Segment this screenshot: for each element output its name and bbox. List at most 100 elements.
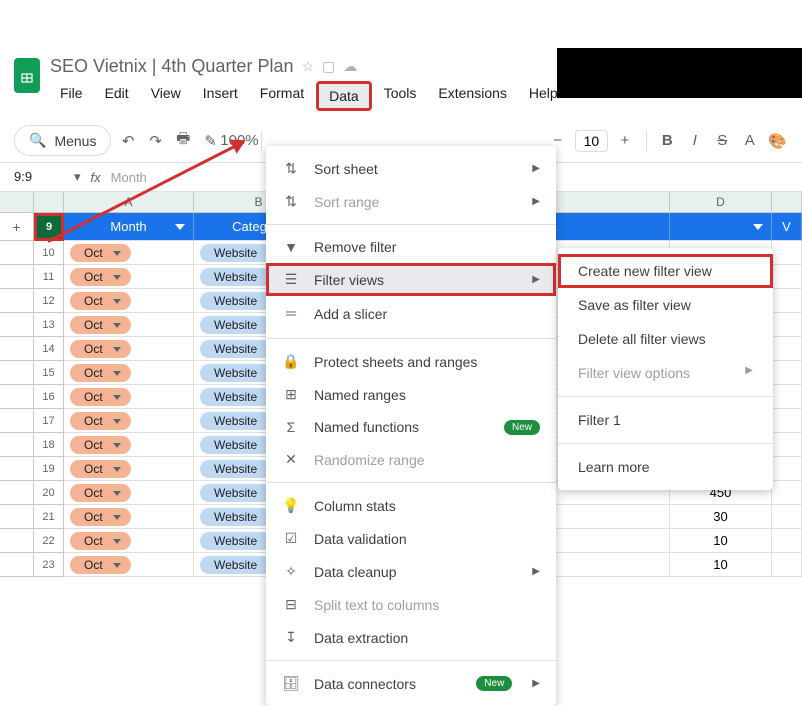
delete-filter-views-item[interactable]: Delete all filter views [558,322,773,356]
cell-last[interactable] [772,289,802,313]
filter-views-item[interactable]: ☰Filter views▶ [266,263,556,296]
learn-more-item[interactable]: Learn more [558,450,773,484]
row-expand[interactable] [0,481,34,505]
sort-range-item[interactable]: ⇅Sort range▶ [266,185,556,218]
col-A[interactable]: A [64,192,194,213]
row-expand[interactable] [0,265,34,289]
sort-sheet-item[interactable]: ⇅Sort sheet▶ [266,152,556,185]
month-chip[interactable]: Oct [70,340,131,358]
plus-icon[interactable]: + [614,129,636,153]
month-chip[interactable]: Oct [70,364,131,382]
remove-filter-item[interactable]: ▼Remove filter [266,231,556,263]
cell-month[interactable]: Oct [64,241,194,265]
column-stats-item[interactable]: 💡Column stats [266,489,556,522]
menu-extensions[interactable]: Extensions [428,81,516,111]
cell-month[interactable]: Oct [64,457,194,481]
cell-month[interactable]: Oct [64,505,194,529]
menu-view[interactable]: View [141,81,191,111]
paint-format-icon[interactable]: ✎ [200,129,222,153]
row-expand[interactable] [0,241,34,265]
menu-tools[interactable]: Tools [374,81,427,111]
cell-last[interactable] [772,529,802,553]
col-D[interactable]: D [670,192,772,213]
cell-last[interactable] [772,385,802,409]
menu-edit[interactable]: Edit [95,81,139,111]
doc-title[interactable]: SEO Vietnix | 4th Quarter Plan ☆ ▢ ☁ [50,56,568,77]
create-filter-view-item[interactable]: Create new filter view [558,254,773,288]
cell-last[interactable] [772,361,802,385]
row-expand[interactable] [0,337,34,361]
row-number[interactable]: 14 [34,337,64,361]
row-number[interactable]: 20 [34,481,64,505]
cell-last[interactable] [772,457,802,481]
cell-month[interactable]: Oct [64,433,194,457]
month-chip[interactable]: Oct [70,460,131,478]
undo-icon[interactable]: ↶ [117,129,139,153]
cell-month[interactable]: Oct [64,361,194,385]
month-chip[interactable]: Oct [70,316,131,334]
star-icon[interactable]: ☆ [301,58,314,75]
namebox-dropdown-icon[interactable]: ▾ [74,169,81,185]
filter-icon[interactable] [175,224,185,230]
cell-month[interactable]: Oct [64,265,194,289]
menu-data[interactable]: Data [316,81,372,111]
col-last[interactable] [772,192,802,213]
month-chip[interactable]: Oct [70,292,131,310]
row-number[interactable]: 12 [34,289,64,313]
filter-view-options-item[interactable]: Filter view options▶ [558,356,773,390]
row-number[interactable]: 23 [34,553,64,577]
name-box[interactable]: 9:9 [14,169,64,185]
header-month[interactable]: Month [64,213,194,241]
cell-month[interactable]: Oct [64,313,194,337]
header-last[interactable]: V [772,213,802,241]
cloud-icon[interactable]: ☁ [343,58,357,75]
row-number[interactable]: 19 [34,457,64,481]
filter-icon[interactable] [753,224,763,230]
cell-d[interactable]: 30 [670,505,772,529]
fill-color-icon[interactable]: 🎨 [767,129,789,153]
cell-d[interactable]: 10 [670,529,772,553]
data-cleanup-item[interactable]: ✧Data cleanup▶ [266,555,556,588]
month-chip[interactable]: Oct [70,484,131,502]
row-number[interactable]: 10 [34,241,64,265]
header-d[interactable] [670,213,772,241]
month-chip[interactable]: Oct [70,268,131,286]
row-number[interactable]: 15 [34,361,64,385]
cell-month[interactable]: Oct [64,385,194,409]
data-validation-item[interactable]: ☑Data validation [266,522,556,555]
month-chip[interactable]: Oct [70,244,131,262]
named-functions-item[interactable]: ΣNamed functionsNew [266,411,556,443]
cell-last[interactable] [772,241,802,265]
cell-month[interactable]: Oct [64,409,194,433]
print-icon[interactable]: 🖶 [172,129,194,153]
select-all-cell[interactable] [0,192,34,213]
row-expand[interactable] [0,313,34,337]
save-filter-view-item[interactable]: Save as filter view [558,288,773,322]
cell-last[interactable] [772,313,802,337]
row-expand[interactable] [0,361,34,385]
row-expand[interactable] [0,505,34,529]
month-chip[interactable]: Oct [70,532,131,550]
add-row-icon[interactable]: + [0,213,34,241]
row-number[interactable]: 11 [34,265,64,289]
named-ranges-item[interactable]: ⊞Named ranges [266,378,556,411]
cell-last[interactable] [772,505,802,529]
month-chip[interactable]: Oct [70,412,131,430]
cell-month[interactable]: Oct [64,553,194,577]
row-number[interactable]: 17 [34,409,64,433]
font-size-input[interactable]: 10 [575,130,609,152]
menu-format[interactable]: Format [250,81,314,111]
month-chip[interactable]: Oct [70,508,131,526]
row-number[interactable]: 13 [34,313,64,337]
cell-month[interactable]: Oct [64,529,194,553]
filter-1-item[interactable]: Filter 1 [558,403,773,437]
row-expand[interactable] [0,457,34,481]
row-expand[interactable] [0,433,34,457]
row-expand[interactable] [0,289,34,313]
row-number[interactable]: 22 [34,529,64,553]
randomize-item[interactable]: ✕Randomize range [266,443,556,476]
bold-icon[interactable]: B [657,129,679,153]
folder-icon[interactable]: ▢ [322,58,335,75]
connectors-item[interactable]: 🗄Data connectorsNew▶ [266,667,556,700]
row-expand[interactable] [0,409,34,433]
